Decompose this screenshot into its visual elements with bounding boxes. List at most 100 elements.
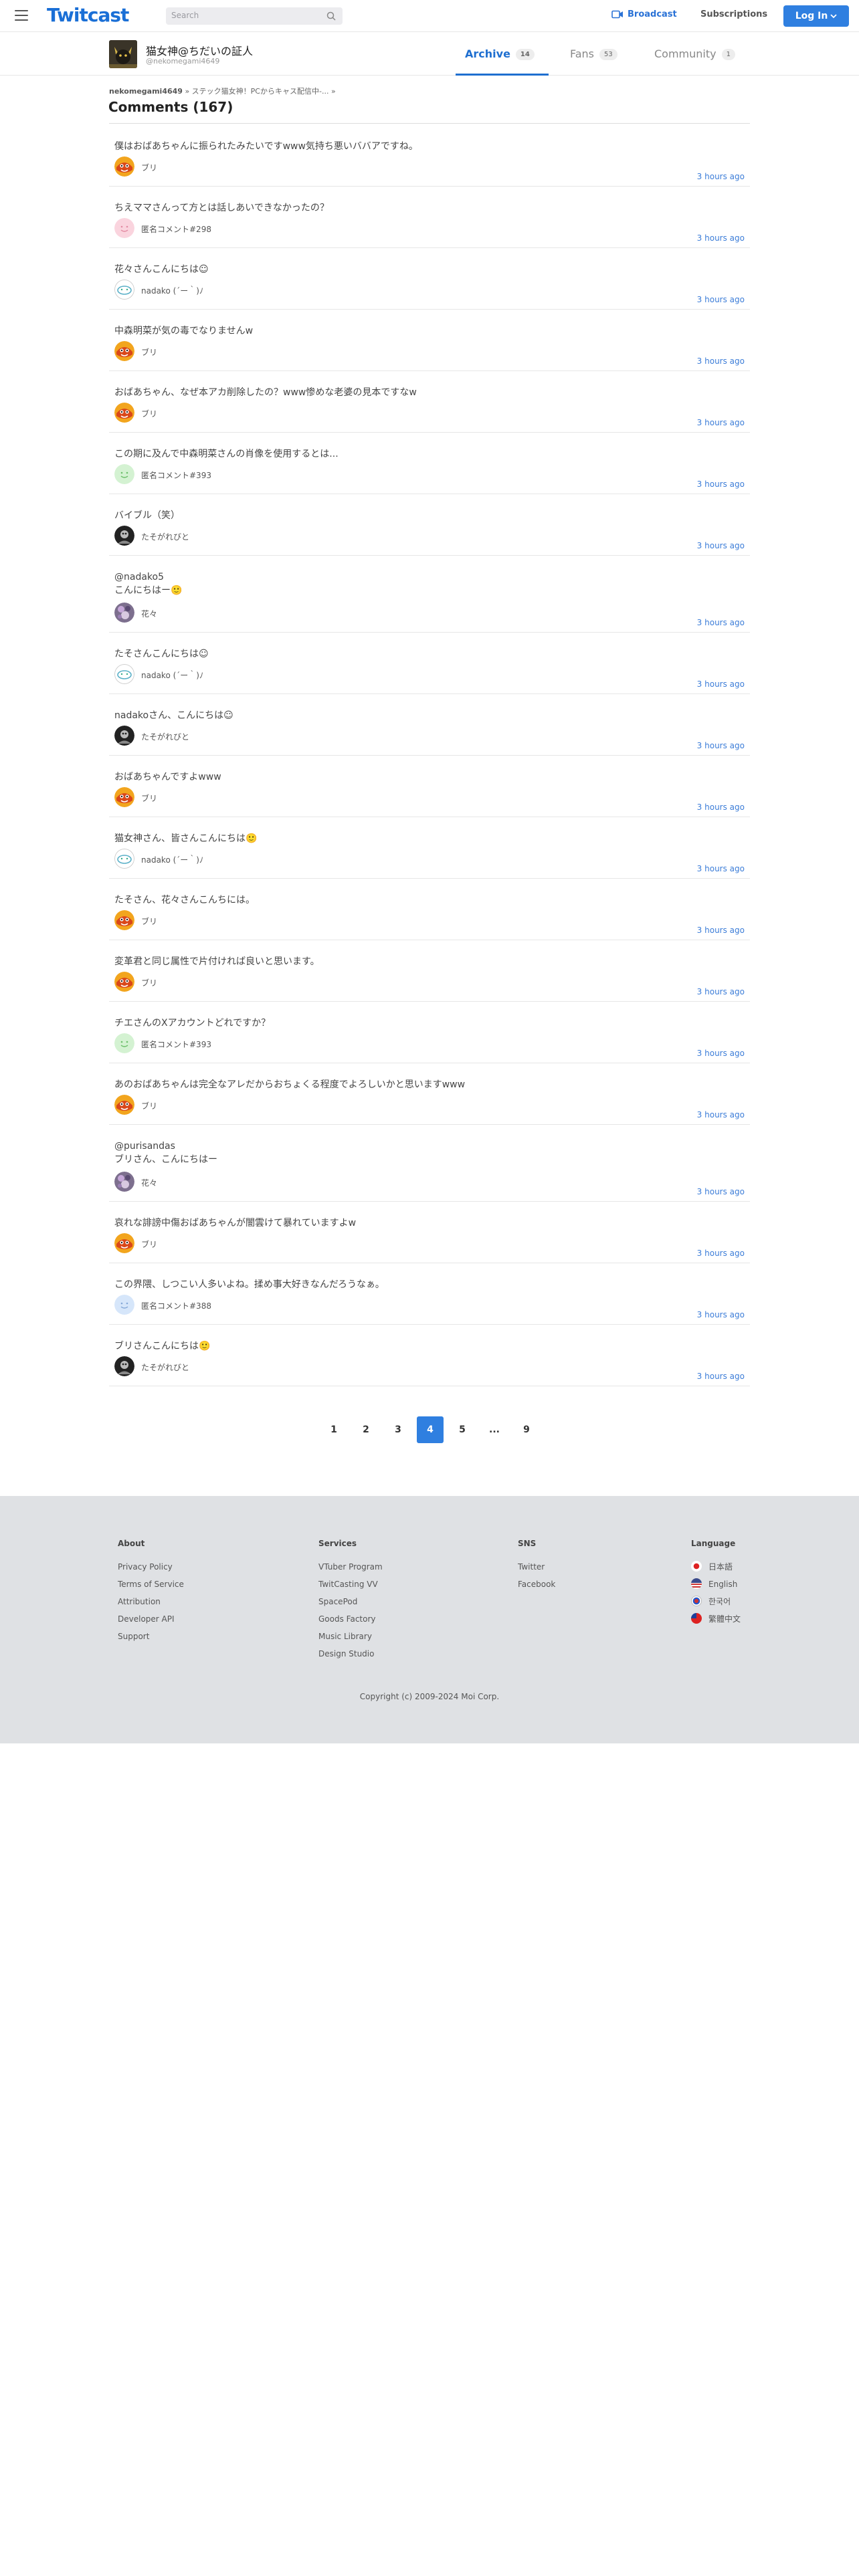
commenter-name[interactable]: 匿名コメント#393 xyxy=(141,469,211,481)
comment-timestamp[interactable]: 3 hours ago xyxy=(697,356,745,366)
commenter-avatar[interactable] xyxy=(114,603,134,623)
comment-timestamp[interactable]: 3 hours ago xyxy=(697,802,745,812)
footer-link[interactable]: Design Studio xyxy=(318,1649,374,1658)
page-button[interactable]: 4 xyxy=(417,1416,444,1443)
footer-link[interactable]: TwitCasting VV xyxy=(318,1580,378,1589)
footer-link[interactable]: SpacePod xyxy=(318,1597,357,1606)
comment-timestamp[interactable]: 3 hours ago xyxy=(697,741,745,750)
profile-avatar[interactable] xyxy=(109,40,137,68)
broadcast-button[interactable]: Broadcast xyxy=(611,9,677,19)
tab-archive[interactable]: Archive 14 xyxy=(456,32,549,76)
commenter-name[interactable]: ブリ xyxy=(141,792,157,804)
commenter-name[interactable]: 花々 xyxy=(141,1177,157,1188)
commenter-name[interactable]: たそがれびと xyxy=(141,531,189,542)
footer-link[interactable]: VTuber Program xyxy=(318,1562,383,1572)
site-logo[interactable]: Twitcast xyxy=(47,4,129,26)
comment-timestamp[interactable]: 3 hours ago xyxy=(697,1249,745,1258)
commenter-name[interactable]: 匿名コメント#388 xyxy=(141,1300,211,1311)
comment-timestamp[interactable]: 3 hours ago xyxy=(697,295,745,304)
commenter-name[interactable]: 匿名コメント#393 xyxy=(141,1039,211,1050)
footer-link[interactable]: Terms of Service xyxy=(118,1580,184,1589)
commenter-avatar[interactable] xyxy=(114,1172,134,1192)
comment-timestamp[interactable]: 3 hours ago xyxy=(697,1049,745,1058)
commenter-name[interactable]: ブリ xyxy=(141,162,157,173)
commenter-avatar[interactable] xyxy=(114,218,134,238)
commenter-avatar[interactable] xyxy=(114,464,134,484)
language-ko[interactable]: 한국어 xyxy=(691,1596,731,1607)
commenter-avatar[interactable] xyxy=(114,341,134,361)
profile-name[interactable]: 猫女神@ちだいの証人 xyxy=(146,42,253,58)
commenter-name[interactable]: 花々 xyxy=(141,608,157,619)
commenter-name[interactable]: 匿名コメント#298 xyxy=(141,223,211,235)
page-button[interactable]: 9 xyxy=(513,1416,540,1443)
commenter-avatar[interactable] xyxy=(114,1295,134,1315)
footer-link[interactable]: Privacy Policy xyxy=(118,1562,173,1572)
commenter-avatar[interactable] xyxy=(114,787,134,807)
tab-fans[interactable]: Fans 53 xyxy=(570,32,617,76)
comment-timestamp[interactable]: 3 hours ago xyxy=(697,172,745,181)
commenter-name[interactable]: ブリ xyxy=(141,346,157,358)
commenter-avatar[interactable] xyxy=(114,849,134,869)
comment-text: nadakoさん、こんにちは☺ xyxy=(114,710,233,721)
commenter-name[interactable]: ブリ xyxy=(141,1239,157,1250)
footer-link-twitter[interactable]: Twitter xyxy=(518,1562,545,1572)
breadcrumb-movie[interactable]: ステック猫女神！PCからキャス配信中-... xyxy=(192,87,329,96)
commenter-avatar[interactable] xyxy=(114,1033,134,1053)
commenter-avatar[interactable] xyxy=(114,1356,134,1376)
commenter-avatar[interactable] xyxy=(114,910,134,930)
commenter-avatar[interactable] xyxy=(114,403,134,423)
footer-link[interactable]: Music Library xyxy=(318,1632,372,1641)
comment-timestamp[interactable]: 3 hours ago xyxy=(697,479,745,489)
language-ja[interactable]: 日本語 xyxy=(691,1561,733,1572)
comment-item: チエさんのXアカウントどれですか？ 匿名コメント#393 3 hours ago xyxy=(109,1002,750,1063)
comment-timestamp[interactable]: 3 hours ago xyxy=(697,1187,745,1196)
tab-community[interactable]: Community 1 xyxy=(654,32,735,76)
subscriptions-link[interactable]: Subscriptions xyxy=(700,9,767,19)
comment-timestamp[interactable]: 3 hours ago xyxy=(697,618,745,627)
comment-timestamp[interactable]: 3 hours ago xyxy=(697,679,745,689)
commenter-name[interactable]: nadako (´ー｀)ﾉ xyxy=(141,854,203,865)
commenter-avatar[interactable] xyxy=(114,1233,134,1253)
search-input[interactable]: Search xyxy=(166,7,343,25)
footer-link[interactable]: Goods Factory xyxy=(318,1614,376,1624)
comment-timestamp[interactable]: 3 hours ago xyxy=(697,864,745,873)
commenter-name[interactable]: たそがれびと xyxy=(141,1362,189,1373)
commenter-name[interactable]: ブリ xyxy=(141,916,157,927)
breadcrumb-user[interactable]: nekomegami4649 xyxy=(109,87,183,96)
comment-timestamp[interactable]: 3 hours ago xyxy=(697,541,745,550)
page-button[interactable]: 5 xyxy=(449,1416,476,1443)
menu-icon[interactable] xyxy=(15,10,28,21)
language-zh-tw[interactable]: 繁體中文 xyxy=(691,1613,741,1624)
footer-about-heading: About xyxy=(118,1539,145,1548)
commenter-avatar[interactable] xyxy=(114,280,134,300)
comment-timestamp[interactable]: 3 hours ago xyxy=(697,1372,745,1381)
footer-link[interactable]: Support xyxy=(118,1632,149,1641)
commenter-avatar[interactable] xyxy=(114,526,134,546)
login-button[interactable]: Log In xyxy=(783,5,849,27)
commenter-avatar[interactable] xyxy=(114,156,134,177)
commenter-name[interactable]: nadako (´ー｀)ﾉ xyxy=(141,669,203,681)
footer-link[interactable]: Developer API xyxy=(118,1614,175,1624)
commenter-avatar[interactable] xyxy=(114,1095,134,1115)
comment-timestamp[interactable]: 3 hours ago xyxy=(697,233,745,243)
comment-timestamp[interactable]: 3 hours ago xyxy=(697,926,745,935)
commenter-avatar[interactable] xyxy=(114,972,134,992)
comment-timestamp[interactable]: 3 hours ago xyxy=(697,1310,745,1319)
commenter-name[interactable]: ブリ xyxy=(141,1100,157,1111)
footer-link-facebook[interactable]: Facebook xyxy=(518,1580,555,1589)
footer-link[interactable]: Attribution xyxy=(118,1597,161,1606)
page-button[interactable]: 1 xyxy=(320,1416,347,1443)
page-button[interactable]: 3 xyxy=(385,1416,411,1443)
commenter-avatar[interactable] xyxy=(114,726,134,746)
search-icon[interactable] xyxy=(326,11,336,21)
commenter-name[interactable]: ブリ xyxy=(141,977,157,988)
commenter-avatar[interactable] xyxy=(114,664,134,684)
language-en[interactable]: English xyxy=(691,1578,737,1589)
comment-timestamp[interactable]: 3 hours ago xyxy=(697,1110,745,1119)
commenter-name[interactable]: ブリ xyxy=(141,408,157,419)
comment-timestamp[interactable]: 3 hours ago xyxy=(697,418,745,427)
commenter-name[interactable]: たそがれびと xyxy=(141,731,189,742)
page-button[interactable]: 2 xyxy=(353,1416,379,1443)
comment-timestamp[interactable]: 3 hours ago xyxy=(697,987,745,996)
commenter-name[interactable]: nadako (´ー｀)ﾉ xyxy=(141,285,203,296)
